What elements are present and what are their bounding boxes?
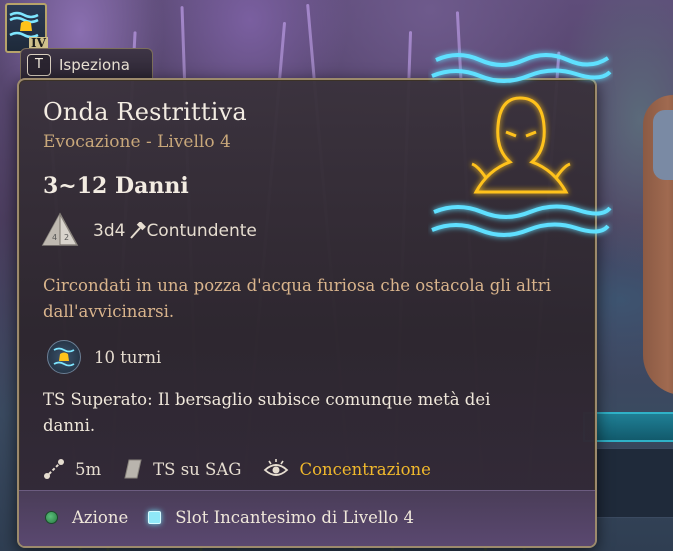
spell-name: Onda Restrittiva (43, 98, 247, 126)
action-resource-icon (45, 511, 58, 524)
inspect-tab[interactable]: T Ispeziona (20, 48, 153, 80)
damage-range: 3~12 Danni (43, 173, 189, 199)
restraining-wave-icon (9, 11, 39, 39)
saving-throw-effect: TS Superato: Il bersaglio subisce comunq… (43, 390, 491, 435)
range-icon (44, 459, 64, 479)
concentration-property: Concentrazione (263, 458, 431, 480)
spell-duration: 10 turni (94, 347, 162, 367)
saving-throw-value: TS su SAG (153, 459, 242, 479)
concentration-label: Concentrazione (299, 459, 431, 479)
spell-slot-icon (148, 511, 162, 524)
damage-type: Contundente (146, 221, 257, 241)
shield-icon (124, 459, 142, 479)
action-cost-label: Azione (72, 508, 129, 527)
spell-thumbnail[interactable]: IV (5, 3, 48, 53)
range-property: 5m (43, 458, 101, 480)
spell-description: Circondati in una pozza d'acqua furiosa … (43, 276, 551, 321)
hotbar-panel (593, 448, 673, 518)
bludgeoning-icon (130, 222, 147, 239)
restraining-wave-icon (47, 340, 81, 374)
spell-costs: Azione Slot Incantesimo di Livello 4 (45, 508, 434, 527)
spell-school-level: Evocazione - Livello 4 (43, 132, 231, 152)
action-cost: Azione (45, 508, 128, 527)
character-sleeve (653, 110, 673, 180)
damage-dice-row: 4 2 3d4 Contundente (41, 212, 257, 250)
spell-slot-cost: Slot Incantesimo di Livello 4 (148, 508, 414, 527)
spell-properties: 5m TS su SAG Concentrazione (43, 458, 453, 480)
d4-dice-icon: 4 2 (41, 212, 79, 246)
restraining-wave-art (431, 53, 612, 237)
spell-slot-label: Slot Incantesimo di Livello 4 (175, 508, 415, 527)
inspect-label: Ispeziona (59, 55, 130, 74)
svg-text:4: 4 (52, 233, 57, 242)
svg-text:2: 2 (64, 233, 69, 242)
inspect-keybind: T (27, 53, 51, 76)
concentration-eye-icon (264, 459, 289, 476)
range-value: 5m (75, 459, 102, 479)
damage-dice: 3d4 (93, 221, 126, 241)
saving-throw-property: TS su SAG (123, 458, 241, 480)
duration-row: 10 turni (47, 340, 161, 374)
